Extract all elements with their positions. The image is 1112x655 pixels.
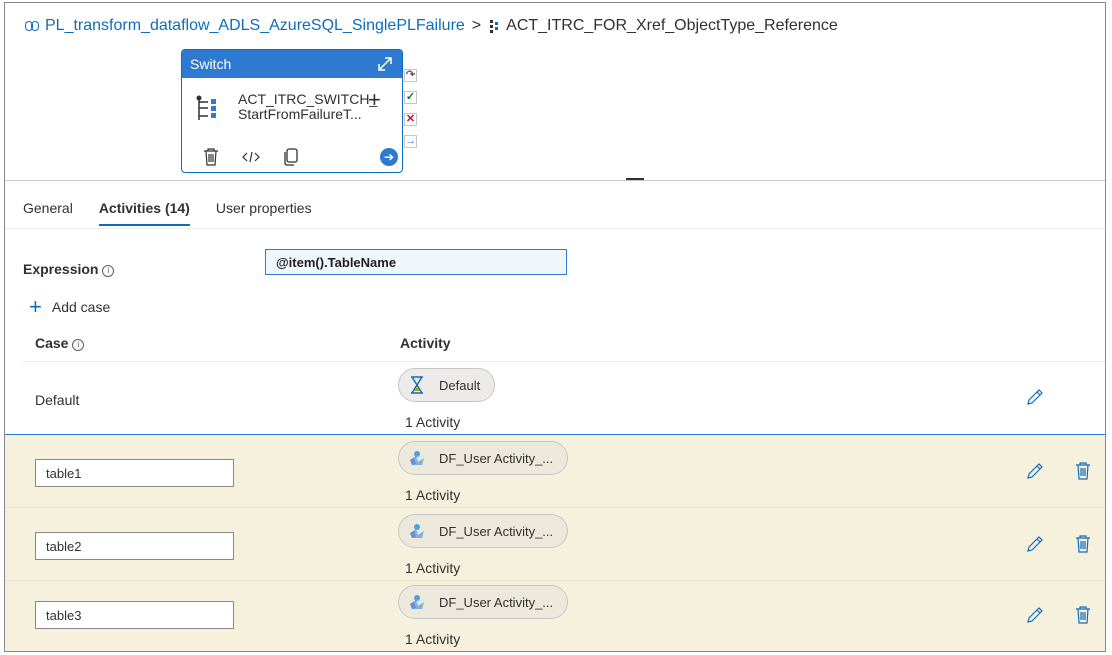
code-icon[interactable] bbox=[242, 148, 260, 166]
case-value-input[interactable] bbox=[35, 601, 234, 629]
case-row: DF_User Activity_... 1 Activity bbox=[5, 508, 1105, 581]
skip-icon[interactable]: ↷ bbox=[404, 69, 417, 82]
case-row: DF_User Activity_... 1 Activity bbox=[5, 581, 1105, 651]
expand-icon[interactable] bbox=[376, 55, 394, 73]
dataflow-activity-pill[interactable]: DF_User Activity_... bbox=[398, 514, 569, 548]
case-column-header: Case i bbox=[35, 335, 85, 351]
info-icon[interactable]: i bbox=[102, 265, 115, 277]
activity-count: 1 Activity bbox=[405, 414, 461, 430]
activity-count: 1 Activity bbox=[405, 631, 461, 647]
checkmark-icon[interactable]: ✓ bbox=[404, 91, 417, 104]
trash-icon[interactable] bbox=[1075, 606, 1091, 624]
dataflow-activity-label: DF_User Activity_... bbox=[439, 523, 554, 539]
trash-icon[interactable] bbox=[1075, 535, 1091, 553]
arrow-right-circle-icon[interactable]: ➔ bbox=[380, 148, 398, 166]
case-value-input[interactable] bbox=[35, 459, 234, 487]
add-case-button[interactable]: + Add case bbox=[29, 294, 111, 319]
add-case-label: Add case bbox=[51, 299, 111, 315]
default-case-label: Default bbox=[35, 392, 80, 408]
breadcrumb-separator: > bbox=[471, 17, 482, 34]
dataflow-activity-label: DF_User Activity_... bbox=[439, 594, 554, 610]
foreach-icon bbox=[488, 19, 500, 33]
case-value-input[interactable] bbox=[35, 532, 234, 560]
pipeline-editor: PL_transform_dataflow_ADLS_AzureSQL_Sing… bbox=[4, 2, 1106, 652]
dataflow-activity-label: DF_User Activity_... bbox=[439, 450, 554, 466]
switch-activity-name-line2: StartFromFailureT... bbox=[238, 106, 362, 122]
tab-user-properties[interactable]: User properties bbox=[216, 200, 312, 226]
tab-general[interactable]: General bbox=[23, 200, 73, 226]
divider bbox=[5, 228, 1105, 229]
add-icon[interactable]: + bbox=[368, 89, 381, 111]
x-icon[interactable]: ✕ bbox=[404, 113, 417, 126]
pencil-icon[interactable] bbox=[1026, 606, 1044, 624]
dataflow-icon bbox=[407, 521, 427, 541]
tab-activities[interactable]: Activities (14) bbox=[98, 200, 190, 226]
dataflow-icon bbox=[407, 592, 427, 612]
expression-input[interactable] bbox=[265, 249, 567, 275]
trash-icon[interactable] bbox=[1075, 462, 1091, 480]
breadcrumb: PL_transform_dataflow_ADLS_AzureSQL_Sing… bbox=[25, 17, 838, 35]
dataflow-icon bbox=[407, 448, 427, 468]
breadcrumb-current-activity: ACT_ITRC_FOR_Xref_ObjectType_Reference bbox=[506, 17, 838, 34]
expression-label: Expression i bbox=[23, 261, 115, 277]
activity-count: 1 Activity bbox=[405, 487, 461, 503]
pencil-icon[interactable] bbox=[1026, 388, 1044, 406]
copy-icon[interactable] bbox=[282, 148, 300, 166]
switch-activity-name-line1: ACT_ITRC_SWITCH_ bbox=[238, 91, 378, 107]
pencil-icon[interactable] bbox=[1026, 462, 1044, 480]
activity-column-header: Activity bbox=[400, 335, 451, 351]
dataflow-activity-pill[interactable]: DF_User Activity_... bbox=[398, 441, 569, 475]
hourglass-icon bbox=[407, 375, 427, 395]
info-icon[interactable]: i bbox=[72, 339, 85, 351]
switch-activity-card[interactable]: Switch ACT_ITRC_SWITCH_ StartFromFailure… bbox=[181, 49, 403, 173]
arrow-right-icon[interactable]: → bbox=[404, 135, 417, 148]
switch-card-title: Switch bbox=[190, 56, 232, 72]
pencil-icon[interactable] bbox=[1026, 535, 1044, 553]
divider bbox=[5, 180, 1105, 181]
activity-output-connectors: ↷ ✓ ✕ → bbox=[404, 69, 418, 157]
pipeline-icon bbox=[25, 20, 40, 32]
plus-icon: + bbox=[29, 294, 42, 319]
case-column-label: Case bbox=[35, 335, 69, 351]
activity-count: 1 Activity bbox=[405, 560, 461, 576]
switch-card-toolbar: ➔ bbox=[202, 148, 398, 166]
switch-activity-icon bbox=[194, 94, 222, 122]
breadcrumb-pipeline-link[interactable]: PL_transform_dataflow_ADLS_AzureSQL_Sing… bbox=[45, 17, 465, 35]
default-activity-label: Default bbox=[439, 377, 481, 393]
case-row: DF_User Activity_... 1 Activity bbox=[5, 435, 1105, 508]
default-activity-pill[interactable]: Default bbox=[398, 368, 496, 402]
default-case-row: Default Default 1 Activity bbox=[5, 362, 1105, 434]
expression-label-text: Expression bbox=[23, 261, 99, 277]
dataflow-activity-pill[interactable]: DF_User Activity_... bbox=[398, 585, 569, 619]
trash-icon[interactable] bbox=[202, 148, 220, 166]
switch-card-header: Switch bbox=[182, 50, 402, 78]
properties-tabs: General Activities (14) User properties bbox=[23, 200, 338, 226]
